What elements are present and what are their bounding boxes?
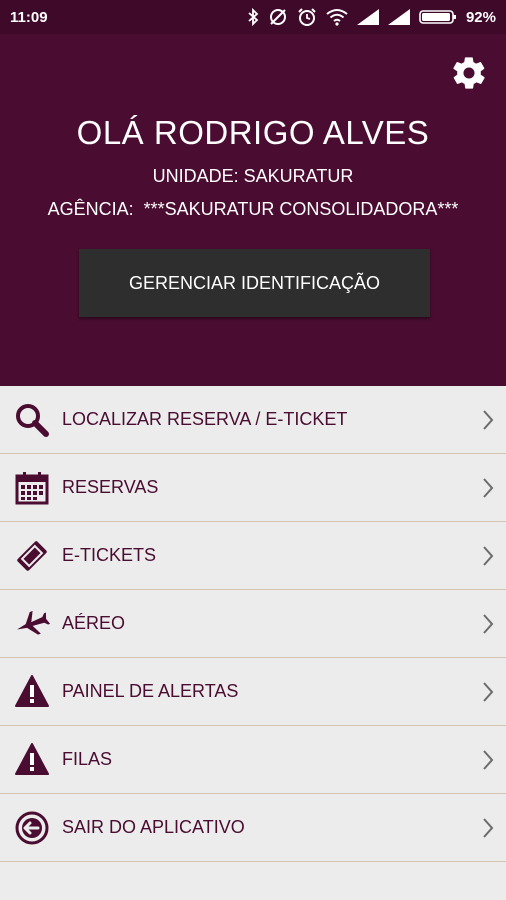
- logout-icon: [12, 808, 52, 848]
- alarm-icon: [298, 8, 316, 26]
- menu-item-etickets[interactable]: E-TICKETS: [0, 522, 506, 590]
- chevron-right-icon: [483, 818, 494, 838]
- warning-icon: [12, 740, 52, 780]
- status-bar: 11:09 92%: [0, 0, 506, 34]
- signal-icon: [356, 9, 379, 25]
- chevron-right-icon: [483, 478, 494, 498]
- bluetooth-icon: [248, 8, 259, 26]
- menu-item-label: RESERVAS: [62, 477, 159, 497]
- menu-item-label: AÉREO: [62, 613, 126, 633]
- menu-item-queues[interactable]: FILAS: [0, 726, 506, 794]
- agency-line: AGÊNCIA: ***SAKURATUR CONSOLIDADORA***: [0, 199, 506, 220]
- airplane-icon: [12, 604, 52, 644]
- manage-identification-button[interactable]: GERENCIAR IDENTIFICAÇÃO: [79, 249, 430, 317]
- chevron-right-icon: [483, 614, 494, 634]
- chevron-right-icon: [483, 410, 494, 430]
- signal-icon: [387, 9, 410, 25]
- warning-icon: [12, 672, 52, 712]
- menu-item-bookings[interactable]: RESERVAS: [0, 454, 506, 522]
- menu-item-locate-booking[interactable]: LOCALIZAR RESERVA / E-TICKET: [0, 386, 506, 454]
- menu-item-label: E-TICKETS: [62, 545, 157, 565]
- ticket-icon: [12, 536, 52, 576]
- gear-icon[interactable]: [450, 54, 488, 92]
- menu-item-label: SAIR DO APLICATIVO: [62, 817, 245, 837]
- sync-off-icon: [269, 9, 286, 25]
- status-time: 11:09: [10, 8, 48, 26]
- calendar-icon: [12, 468, 52, 508]
- chevron-right-icon: [483, 546, 494, 566]
- battery-percent: 92%: [465, 8, 496, 26]
- unit-label: UNIDADE: SAKURATUR: [152, 166, 354, 186]
- status-icons: 92%: [247, 7, 496, 27]
- menu-item-alerts-panel[interactable]: PAINEL DE ALERTAS: [0, 658, 506, 726]
- menu-item-label: PAINEL DE ALERTAS: [62, 681, 239, 701]
- battery-icon: [419, 10, 456, 24]
- menu-item-label: FILAS: [62, 749, 113, 769]
- menu-item-air[interactable]: AÉREO: [0, 590, 506, 658]
- agency-name: ***SAKURATUR CONSOLIDADORA***: [143, 199, 459, 219]
- wifi-icon: [326, 9, 348, 26]
- chevron-right-icon: [483, 750, 494, 770]
- greeting-title: OLÁ RODRIGO ALVES: [76, 114, 430, 151]
- agency-label: AGÊNCIA:: [47, 199, 134, 219]
- chevron-right-icon: [483, 682, 494, 702]
- main-menu: LOCALIZAR RESERVA / E-TICKET RESERVAS E-…: [0, 386, 506, 862]
- profile-header: OLÁ RODRIGO ALVES UNIDADE: SAKURATUR AGÊ…: [0, 34, 506, 386]
- menu-item-label: LOCALIZAR RESERVA / E-TICKET: [62, 409, 348, 429]
- search-icon: [12, 400, 52, 440]
- menu-item-exit-app[interactable]: SAIR DO APLICATIVO: [0, 794, 506, 862]
